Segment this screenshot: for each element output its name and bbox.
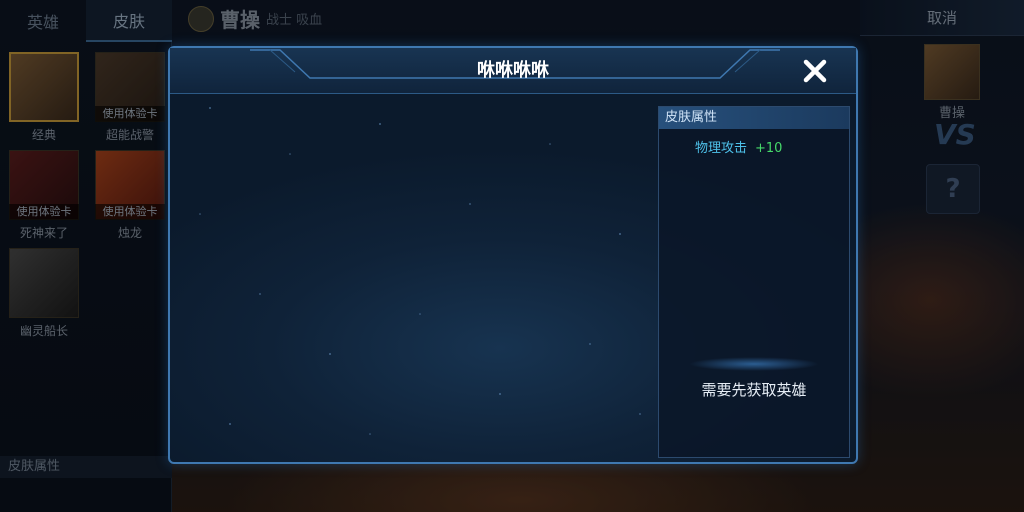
close-icon [803,59,827,83]
skin-preview-dialog: 咻咻咻咻 皮肤属性 物理攻击 +10 需要先获取英雄 [168,46,858,464]
dialog-title: 咻咻咻咻 [477,60,549,81]
skin-attributes-panel: 皮肤属性 物理攻击 +10 需要先获取英雄 [658,106,850,458]
close-button[interactable] [798,54,832,88]
requirement-notice: 需要先获取英雄 [701,381,807,399]
attribute-value: +10 [755,141,783,156]
attribute-row: 物理攻击 +10 [695,137,782,156]
divider-glow [689,357,819,371]
attributes-header: 皮肤属性 [659,107,849,129]
attribute-name: 物理攻击 [695,141,748,156]
dialog-titlebar: 咻咻咻咻 [170,48,856,94]
